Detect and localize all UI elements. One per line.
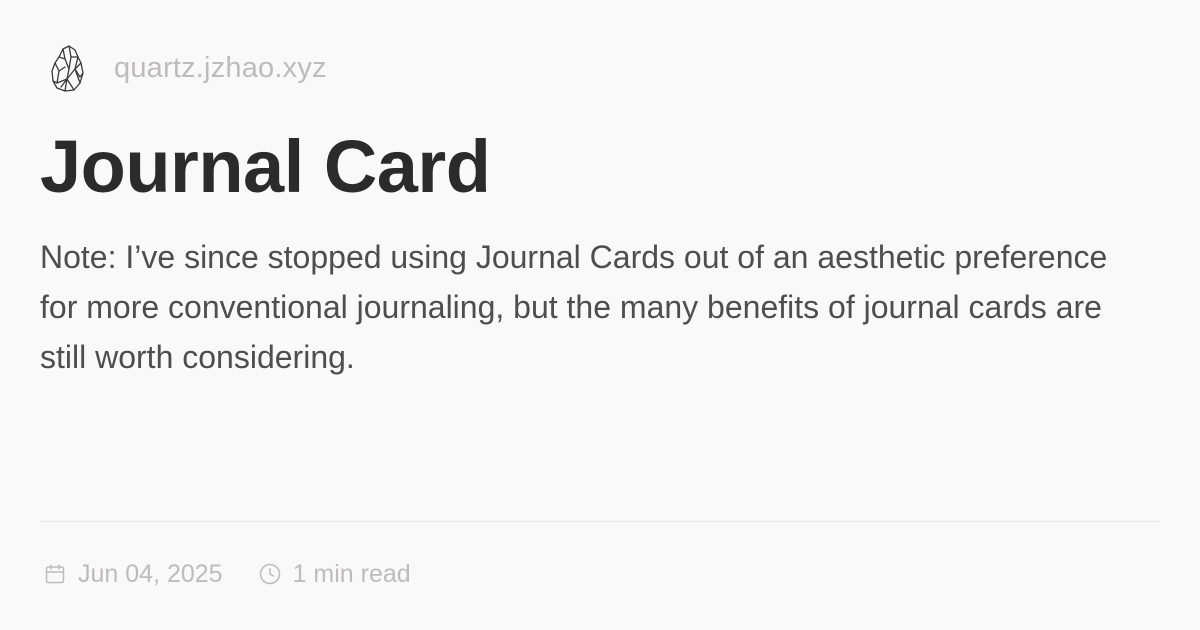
- social-card: quartz.jzhao.xyz Journal Card Note: I’ve…: [0, 0, 1200, 630]
- divider: [40, 521, 1160, 522]
- clock-icon: [257, 561, 283, 587]
- reading-time-meta: 1 min read: [257, 560, 411, 589]
- page-description: Note: I’ve since stopped using Journal C…: [40, 239, 1108, 375]
- page-title: Journal Card: [40, 125, 491, 208]
- site-header: quartz.jzhao.xyz: [46, 42, 327, 94]
- calendar-icon: [42, 561, 68, 587]
- page-meta: Jun 04, 2025 1 min read: [42, 556, 411, 592]
- reading-time: 1 min read: [292, 559, 411, 588]
- publish-date: Jun 04, 2025: [78, 559, 223, 588]
- date-meta: Jun 04, 2025: [42, 560, 223, 589]
- site-name: quartz.jzhao.xyz: [114, 51, 327, 84]
- crystal-icon: [46, 42, 88, 94]
